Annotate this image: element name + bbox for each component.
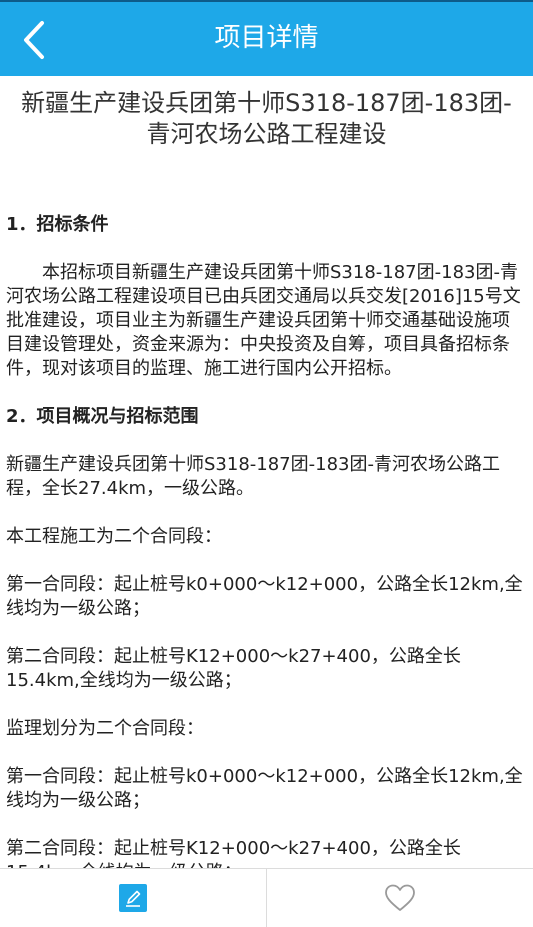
edit-icon [119, 884, 147, 912]
bottom-action-bar [0, 868, 533, 927]
article-title: 新疆生产建设兵团第十师S318-187团-183团-青河农场公路工程建设 [21, 89, 512, 148]
section-heading-conditions: 1．招标条件 [6, 214, 109, 235]
overview-text: 新疆生产建设兵团第十师S318-187团-183团-青河农场公路工程，全长27.… [6, 454, 500, 499]
heart-icon [385, 884, 415, 911]
article-body: 1．招标条件 本招标项目新疆生产建设兵团第十师S318-187团-183团-青河… [0, 150, 533, 868]
supervision-lot2-text: 第二合同段：起止桩号K12+000～k27+400，公路全长15.4km,全线均… [6, 838, 461, 868]
section-heading-overview: 2．项目概况与招标范围 [6, 406, 199, 427]
section-text-conditions: 本招标项目新疆生产建设兵团第十师S318-187团-183团-青河农场公路工程建… [6, 262, 521, 379]
construction-lot2-text: 第二合同段：起止桩号K12+000～k27+400，公路全长15.4km,全线均… [6, 646, 461, 691]
article-content[interactable]: 新疆生产建设兵团第十师S318-187团-183团-青河农场公路工程建设 1．招… [0, 76, 533, 868]
supervision-intro-text: 监理划分为二个合同段： [6, 718, 204, 739]
top-navigation-bar: 项目详情 [0, 0, 533, 76]
favorite-button[interactable] [267, 869, 533, 927]
construction-intro-text: 本工程施工为二个合同段： [6, 526, 222, 547]
supervision-lot1-text: 第一合同段：起止桩号k0+000～k12+000，公路全长12km,全线均为一级… [6, 766, 523, 811]
construction-lot1-text: 第一合同段：起止桩号k0+000～k12+000，公路全长12km,全线均为一级… [6, 574, 523, 619]
comment-button[interactable] [0, 869, 267, 927]
page-title: 项目详情 [214, 23, 319, 53]
